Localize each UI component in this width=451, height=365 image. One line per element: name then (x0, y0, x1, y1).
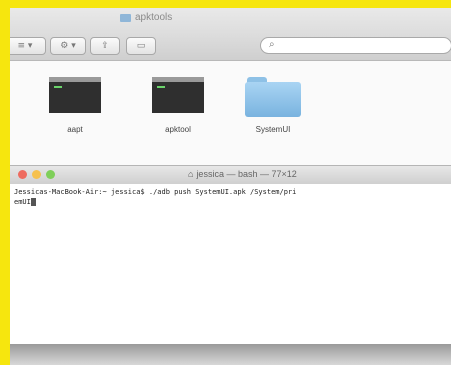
file-label: aapt (67, 125, 83, 134)
text-cursor (30, 198, 36, 206)
close-button[interactable] (18, 170, 27, 179)
terminal-exec-icon (49, 77, 101, 113)
folder-label: SystemUI (255, 125, 291, 134)
home-icon: ⌂ (188, 169, 194, 179)
terminal-titlebar: ⌂ jessica — bash — 77×12 (10, 165, 451, 185)
folder-icon (120, 13, 131, 22)
finder-content: aapt apktool SystemUI (10, 61, 451, 165)
tag-icon: ▭ (136, 41, 146, 51)
list-view-icon: ≡ ▾ (17, 41, 33, 51)
finder-title-label: apktools (135, 12, 173, 23)
tags-button[interactable]: ▭ (126, 37, 156, 55)
file-item-aapt[interactable]: aapt (30, 77, 120, 134)
search-input[interactable]: ⌕ (260, 37, 451, 54)
screen: apktools ≡ ▾ ⚙ ▾ ⇪ ▭ ⌕ aapt apktool Syst… (10, 8, 451, 365)
finder-toolbar: ≡ ▾ ⚙ ▾ ⇪ ▭ ⌕ (10, 32, 451, 61)
finder-title: apktools (120, 12, 172, 23)
share-icon: ⇪ (101, 41, 109, 51)
terminal-line: emUI (14, 197, 447, 207)
window-shadow (10, 344, 451, 365)
file-label: apktool (165, 125, 191, 134)
view-mode-button[interactable]: ≡ ▾ (10, 37, 46, 55)
folder-icon (245, 77, 301, 117)
terminal-exec-icon (152, 77, 204, 113)
share-button[interactable]: ⇪ (90, 37, 120, 55)
search-icon: ⌕ (269, 39, 275, 50)
terminal-line: Jessicas-MacBook-Air:~ jessica$ ./adb pu… (14, 188, 297, 196)
terminal-title-label: jessica — bash — 77×12 (196, 169, 297, 179)
terminal-output[interactable]: Jessicas-MacBook-Air:~ jessica$ ./adb pu… (10, 184, 451, 344)
file-item-apktool[interactable]: apktool (133, 77, 223, 134)
gear-icon: ⚙ ▾ (60, 41, 76, 51)
terminal-title: ⌂ jessica — bash — 77×12 (188, 169, 297, 179)
minimize-button[interactable] (32, 170, 41, 179)
folder-item-systemui[interactable]: SystemUI (228, 77, 318, 134)
terminal-line-text: emUI (14, 198, 31, 206)
zoom-button[interactable] (46, 170, 55, 179)
action-button[interactable]: ⚙ ▾ (50, 37, 86, 55)
